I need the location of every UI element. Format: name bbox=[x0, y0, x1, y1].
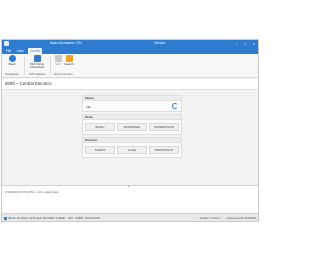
duration-header: Duration bbox=[83, 138, 181, 143]
app-logo-icon bbox=[4, 41, 9, 46]
page-title: 0000 – Central Electrics bbox=[5, 81, 52, 86]
mode-options: BASIC EXTENDED SUPERVISOR bbox=[85, 123, 179, 131]
group-navigation-label: Navigation bbox=[5, 72, 20, 76]
status-header: Status bbox=[83, 96, 181, 101]
log-panel: ▴ 3/11/2023 10:47:19 PM – 1.0 is output … bbox=[2, 184, 258, 213]
refresh-icon[interactable] bbox=[172, 103, 178, 109]
edit-label: Edit bbox=[55, 62, 61, 66]
folder-search-icon bbox=[65, 55, 73, 62]
document-title: Basic information / EN bbox=[50, 41, 82, 45]
mode-header: Mode bbox=[83, 115, 181, 120]
minimize-icon[interactable]: – bbox=[236, 40, 238, 47]
search-button[interactable]: Search bbox=[64, 55, 74, 66]
duration-short-button[interactable]: SHORT bbox=[85, 146, 115, 154]
version-text: Version: 1.21.0.1 bbox=[199, 216, 221, 220]
duration-persistent-button[interactable]: PERSISTENT bbox=[149, 146, 179, 154]
log-line: 3/11/2023 10:47:19 PM – 1.0 is output he… bbox=[5, 190, 59, 194]
close-icon[interactable]: × bbox=[253, 40, 255, 47]
duration-panel: Duration SHORT LONG PERSISTENT bbox=[82, 137, 182, 158]
splitter-grip-icon[interactable]: ▴ bbox=[128, 184, 130, 188]
status-left-text: Client: 01 Client: 10 Project: BLUSB 0.1… bbox=[8, 216, 100, 220]
back-arrow-icon bbox=[8, 55, 16, 62]
download-icon bbox=[33, 55, 41, 62]
app-window: Basic information / EN iService – □ × Fi… bbox=[1, 39, 259, 222]
back-button[interactable]: Back bbox=[5, 55, 19, 66]
edit-button[interactable]: Edit bbox=[53, 55, 63, 66]
main-content: Status Idle Mode BASIC EXTENDED SUPERVIS… bbox=[2, 90, 258, 185]
mode-supervisor-button[interactable]: SUPERVISOR bbox=[149, 123, 179, 131]
status-value: Idle bbox=[86, 105, 91, 109]
search-label: Search bbox=[64, 62, 74, 66]
mode-extended-button[interactable]: EXTENDED bbox=[117, 123, 147, 131]
ribbon-tabs: File Main Control bbox=[2, 47, 258, 54]
group-ecu-label: ECU Function bbox=[54, 72, 73, 76]
maximize-icon[interactable]: □ bbox=[244, 40, 246, 47]
status-left: Client: 01 Client: 10 Project: BLUSB 0.1… bbox=[4, 214, 100, 222]
ribbon-divider bbox=[50, 56, 51, 75]
license-text: Licensed until: 8/1/2024 bbox=[226, 216, 256, 220]
ribbon-divider bbox=[24, 56, 25, 75]
mode-basic-button[interactable]: BASIC bbox=[85, 123, 115, 131]
status-bar: Client: 01 Client: 10 Project: BLUSB 0.1… bbox=[2, 213, 258, 221]
page-header: 0000 – Central Electrics bbox=[2, 79, 258, 90]
group-fw-label: FW Updates bbox=[29, 72, 46, 76]
back-label: Back bbox=[8, 62, 16, 66]
title-bar: Basic information / EN iService – □ × bbox=[2, 40, 258, 47]
edit-icon bbox=[54, 55, 62, 62]
duration-options: SHORT LONG PERSISTENT bbox=[85, 146, 179, 154]
fw-download-label: FW Online Download bbox=[29, 62, 45, 70]
client-status-icon bbox=[4, 216, 7, 220]
app-title: iService bbox=[154, 41, 166, 45]
status-panel: Status Idle bbox=[82, 95, 182, 112]
status-right: Version: 1.21.0.1 Licensed until: 8/1/20… bbox=[199, 214, 256, 222]
ribbon: Back FW Online Download Edit Search Navi… bbox=[2, 54, 258, 78]
fw-download-button[interactable]: FW Online Download bbox=[28, 55, 46, 70]
mode-panel: Mode BASIC EXTENDED SUPERVISOR bbox=[82, 114, 182, 135]
duration-long-button[interactable]: LONG bbox=[117, 146, 147, 154]
window-controls: – □ × bbox=[236, 40, 255, 47]
